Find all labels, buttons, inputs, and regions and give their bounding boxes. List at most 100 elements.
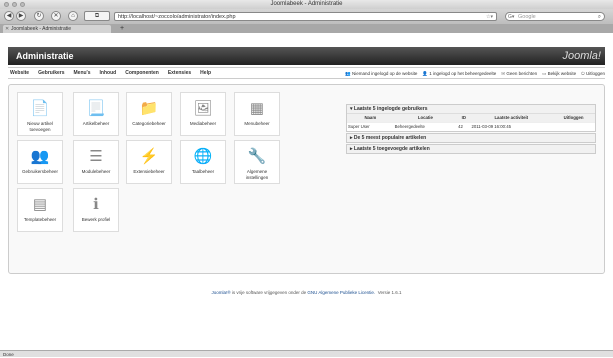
tab-joomlabeek[interactable]: ✕ Joomlabeek - Administratie <box>3 25 111 33</box>
window-titlebar: Joomlabeek - Administratie <box>0 0 613 9</box>
admin-status: 👥 Niemand ingelogd op de website 👤 1 ing… <box>345 68 605 79</box>
quickicon-new-article[interactable]: 📄 Nieuw artikel toevoegen <box>17 92 63 136</box>
user-icon: 👤 <box>422 71 428 76</box>
module-header[interactable]: ▾ Laatste 5 ingelogde gebruikers <box>347 105 595 113</box>
browser-statusbar: Done <box>0 350 613 357</box>
footer-text: is vrije software vrijgegeven onder de <box>230 290 308 295</box>
logout-icon: ⏻ <box>581 71 585 76</box>
logged-in-users-table: Naam Locatie ID Laatste activiteit Uitlo… <box>347 113 595 131</box>
quickicon-label: Algemene instellingen <box>245 169 269 180</box>
browser-toolbar: ◀ ▶ ↻ ✕ ⌂ ⧉ http://localhost/~zoccolo/ad… <box>0 9 613 24</box>
quickicon-label: Bewerk profiel <box>81 217 111 222</box>
module-recent-articles: ▸ Laatste 5 toegevoegde artikelen <box>346 144 596 154</box>
logout-label: Uitloggen <box>585 71 605 76</box>
quickicon-label: Categoriebeheer <box>132 121 166 126</box>
back-button[interactable]: ◀ <box>4 11 14 21</box>
home-icon: ⌂ <box>71 13 75 19</box>
address-bar[interactable]: http://localhost/~zoccolo/administrator/… <box>114 12 497 21</box>
quickicon-label: Templatebeheer <box>23 217 57 222</box>
module-logged-in-users: ▾ Laatste 5 ingelogde gebruikers Naam Lo… <box>346 104 596 132</box>
quickicon-label: Artikelbeheer <box>82 121 110 126</box>
admin-header: Administratie Joomla! <box>8 47 605 65</box>
menu-menus[interactable]: Menu's <box>74 68 91 79</box>
quickicon-template-manager[interactable]: ▤ Templatebeheer <box>17 188 63 232</box>
media-icon: 🖼 <box>193 100 213 117</box>
column-header-locatie: Locatie <box>393 113 458 123</box>
new-tab-button[interactable]: + <box>115 25 129 33</box>
site-icon: ▭ <box>542 71 547 76</box>
stop-icon: ✕ <box>53 13 59 19</box>
close-window-button[interactable] <box>4 2 9 7</box>
cell-id: 42 <box>457 122 471 131</box>
menu-inhoud[interactable]: Inhoud <box>100 68 117 79</box>
cell-activiteit: 2011-03-09 16:00:45 <box>470 122 553 131</box>
cpanel-modules: ▾ Laatste 5 ingelogde gebruikers Naam Lo… <box>346 104 596 155</box>
bookmark-star-icon[interactable]: ☆▾ <box>486 13 493 21</box>
quickicon-label: Menubeheer <box>244 121 270 126</box>
new-article-icon: 📄 <box>30 100 50 117</box>
module-header[interactable]: ▸ De 5 meest populaire artikelen <box>347 134 595 142</box>
window-controls <box>4 2 25 7</box>
quickicon-category-manager[interactable]: 📁 Categoriebeheer <box>126 92 172 136</box>
menu-componenten[interactable]: Componenten <box>125 68 159 79</box>
language-icon: 🌐 <box>193 148 213 165</box>
module-header[interactable]: ▸ Laatste 5 toegevoegde artikelen <box>347 145 595 153</box>
view-site-label: Bekijk website <box>547 71 577 76</box>
quickicon-module-manager[interactable]: ☰ Modulebeheer <box>73 140 119 184</box>
view-site-link[interactable]: ▭ Bekijk website <box>542 68 576 79</box>
column-header-naam: Naam <box>347 113 394 123</box>
table-row: Super User Beheergedeelte 42 2011-03-09 … <box>347 122 595 131</box>
quickicon-language-manager[interactable]: 🌐 Taalbeheer <box>180 140 226 184</box>
quickicon-edit-profile[interactable]: ℹ Bewerk profiel <box>73 188 119 232</box>
quickicon-menu-manager[interactable]: ▦ Menubeheer <box>234 92 280 136</box>
refresh-button[interactable]: ↻ <box>34 11 44 21</box>
settings-icon: 🔧 <box>247 148 267 165</box>
stop-button[interactable]: ✕ <box>51 11 61 21</box>
message-icon: ✉ <box>501 71 506 76</box>
quickicon-label: Gebruikersbeheer <box>21 169 59 174</box>
article-icon: 📃 <box>86 100 106 117</box>
quickicon-label: Modulebeheer <box>81 169 111 174</box>
backend-users-status: 👤 1 ingelogd op het beheergedeelte <box>422 68 496 79</box>
menu-extensies[interactable]: Extensies <box>168 68 191 79</box>
url-text: http://localhost/~zoccolo/administrator/… <box>118 14 236 20</box>
joomla-logo: Joomla! <box>562 50 601 62</box>
quickicon-label: Taalbeheer <box>191 169 215 174</box>
license-link[interactable]: GNU Algemene Publieke Licentie. <box>307 290 375 295</box>
messages-link[interactable]: ✉ Geen berichten <box>501 68 537 79</box>
frontend-users-label: Niemand ingelogd op de website <box>352 71 418 76</box>
profile-icon: ℹ <box>93 196 99 213</box>
module-popular-articles: ▸ De 5 meest populaire artikelen <box>346 133 596 143</box>
open-in-new-window-button[interactable]: ⧉ <box>84 11 110 21</box>
search-field[interactable]: G▾ Google ⌕ <box>505 12 605 21</box>
template-icon: ▤ <box>32 196 48 213</box>
extension-icon: ⚡ <box>139 148 159 165</box>
admin-title: Administratie <box>16 51 74 61</box>
minimize-window-button[interactable] <box>12 2 17 7</box>
menu-icon: ▦ <box>249 100 265 117</box>
search-icon[interactable]: ⌕ <box>598 13 601 21</box>
users-icon: 👥 <box>345 71 351 76</box>
home-button[interactable]: ⌂ <box>68 11 78 21</box>
quickicon-label: Nieuw artikel toevoegen <box>27 121 53 132</box>
quickicon-extension-manager[interactable]: ⚡ Extensiebeheer <box>126 140 172 184</box>
quickicon-user-manager[interactable]: 👥 Gebruikersbeheer <box>17 140 63 184</box>
logout-link[interactable]: ⏻ Uitloggen <box>581 68 605 79</box>
quickicon-article-manager[interactable]: 📃 Artikelbeheer <box>73 92 119 136</box>
tab-bar: ✕ Joomlabeek - Administratie + <box>0 24 613 33</box>
joomla-link[interactable]: Joomla!® <box>212 290 231 295</box>
cell-uitloggen <box>552 122 595 131</box>
forward-button[interactable]: ▶ <box>16 11 26 21</box>
status-text: Done <box>3 352 14 357</box>
messages-label: Geen berichten <box>506 71 538 76</box>
zoom-window-button[interactable] <box>20 2 25 7</box>
search-placeholder: Google <box>518 14 536 20</box>
close-tab-icon[interactable]: ✕ <box>5 25 9 33</box>
menu-help[interactable]: Help <box>200 68 211 79</box>
menu-gebruikers[interactable]: Gebruikers <box>38 68 64 79</box>
page-footer: Joomla!® is vrije software vrijgegeven o… <box>0 290 613 295</box>
quickicon-media-manager[interactable]: 🖼 Mediabeheer <box>180 92 226 136</box>
search-engine-icon[interactable]: G▾ <box>508 13 514 21</box>
quickicon-global-configuration[interactable]: 🔧 Algemene instellingen <box>234 140 280 184</box>
menu-website[interactable]: Website <box>10 68 29 79</box>
